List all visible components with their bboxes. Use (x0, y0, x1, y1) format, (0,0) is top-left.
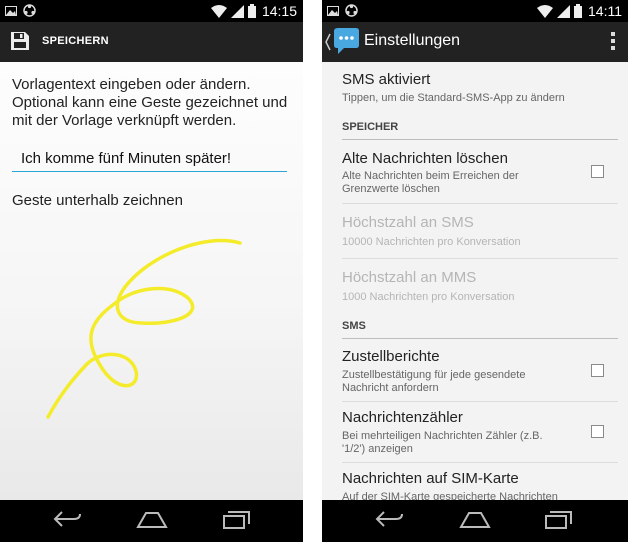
picture-icon (327, 5, 339, 16)
pref-summary: Zustellbestätigung für jede gesendete Na… (342, 369, 526, 394)
action-bar: Einstellungen (322, 22, 628, 62)
checkbox-message-counter[interactable] (591, 425, 604, 438)
pref-title: Alte Nachrichten löschen (342, 150, 508, 167)
navigation-bar (0, 500, 303, 542)
pref-title: Höchstzahl an MMS (342, 269, 477, 286)
pref-summary: Alte Nachrichten beim Erreichen der Gren… (342, 170, 519, 195)
gesture-hint: Geste unterhalb zeichnen (12, 192, 183, 209)
pref-max-mms: Höchstzahl an MMS 1000 Nachrichten pro K… (342, 259, 618, 312)
category-header-sms: SMS (342, 320, 618, 339)
pref-delete-old-messages[interactable]: Alte Nachrichten löschen Alte Nachrichte… (342, 140, 618, 204)
pref-summary: 1000 Nachrichten pro Konversation (342, 291, 515, 303)
pref-title: Nachrichtenzähler (342, 409, 463, 426)
pref-summary: Tippen, um die Standard-SMS-App zu änder… (342, 92, 565, 104)
ubuntu-icon (23, 4, 36, 17)
screen-title: Einstellungen (364, 32, 461, 49)
picture-icon (5, 5, 17, 16)
pref-summary: Auf der SIM-Karte gespeicherte Nachricht… (342, 491, 558, 500)
nav-recents-icon[interactable] (544, 508, 574, 530)
status-bar: 14:11 (322, 0, 628, 22)
category-header-storage: SPEICHER (342, 121, 618, 140)
pref-delivery-reports[interactable]: Zustellberichte Zustellbestätigung für j… (342, 339, 618, 402)
signal-icon (557, 4, 570, 18)
wifi-icon (537, 4, 553, 18)
battery-icon (247, 4, 256, 18)
status-time: 14:15 (261, 3, 297, 19)
pref-title: SMS aktiviert (342, 71, 431, 88)
nav-home-icon[interactable] (459, 508, 491, 530)
back-icon (325, 33, 331, 51)
action-bar: SPEICHERN (0, 22, 303, 62)
overflow-menu-icon[interactable] (608, 32, 618, 52)
pref-summary: 10000 Nachrichten pro Konversation (342, 236, 521, 248)
nav-home-icon[interactable] (136, 508, 168, 530)
template-text-input[interactable] (12, 146, 287, 172)
right-phone-screen: 14:11 Einstellungen SMS aktiviert Tippen… (322, 0, 628, 542)
navigation-bar (322, 500, 628, 542)
save-icon (11, 32, 29, 50)
gesture-canvas[interactable] (0, 215, 303, 500)
nav-back-icon[interactable] (374, 508, 404, 530)
pref-sms-enabled[interactable]: SMS aktiviert Tippen, um die Standard-SM… (342, 62, 618, 112)
instructions-text: Vorlagentext eingeben oder ändern. Optio… (12, 76, 288, 129)
status-bar: 14:15 (0, 0, 303, 22)
pref-title: Höchstzahl an SMS (342, 214, 474, 231)
pref-message-counter[interactable]: Nachrichtenzähler Bei mehrteiligen Nachr… (342, 402, 618, 463)
pref-title: Zustellberichte (342, 348, 440, 365)
left-phone-screen: 14:15 SPEICHERN Vorlagentext eingeben od… (0, 0, 303, 542)
nav-back-icon[interactable] (52, 508, 82, 530)
settings-list: SMS aktiviert Tippen, um die Standard-SM… (322, 62, 628, 500)
messaging-app-icon (334, 28, 359, 54)
save-button[interactable]: SPEICHERN (10, 31, 109, 51)
checkbox-delivery-reports[interactable] (591, 364, 604, 377)
wifi-icon (210, 4, 227, 18)
pref-summary: Bei mehrteiligen Nachrichten Zähler (z.B… (342, 430, 543, 455)
pref-title: Nachrichten auf SIM-Karte (342, 470, 519, 487)
gesture-stroke (46, 238, 242, 419)
nav-recents-icon[interactable] (222, 508, 252, 530)
battery-icon (574, 4, 582, 18)
signal-icon (230, 4, 244, 18)
status-time: 14:11 (588, 3, 622, 19)
ubuntu-icon (345, 4, 358, 17)
up-navigation-button[interactable] (324, 24, 360, 60)
checkbox-delete-old[interactable] (591, 165, 604, 178)
save-label: SPEICHERN (42, 35, 109, 47)
pref-sim-messages[interactable]: Nachrichten auf SIM-Karte Auf der SIM-Ka… (342, 463, 618, 500)
pref-max-sms: Höchstzahl an SMS 10000 Nachrichten pro … (342, 204, 618, 259)
